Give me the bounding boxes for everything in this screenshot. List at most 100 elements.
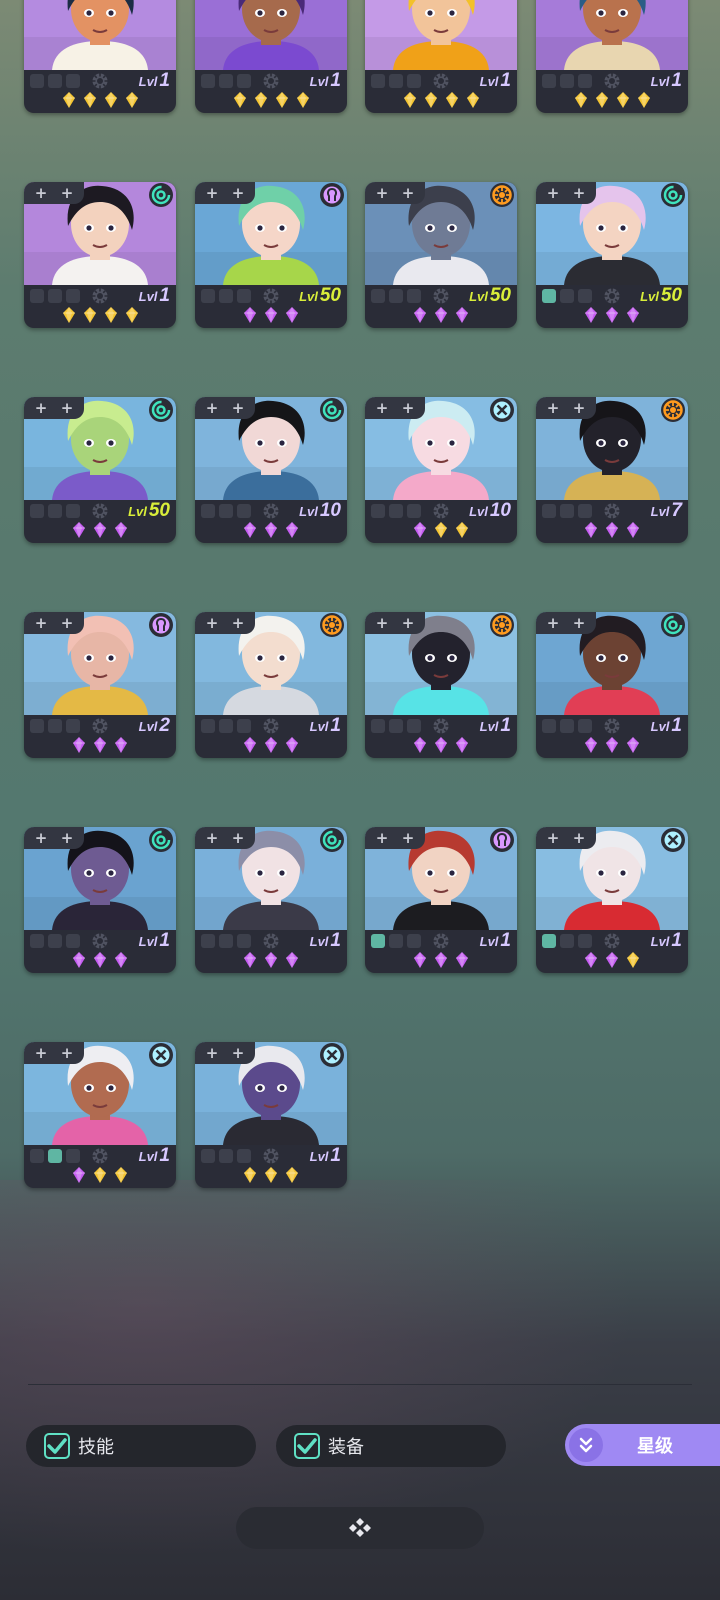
skill-slot [560, 74, 574, 88]
plus-icon[interactable]: + [544, 397, 562, 419]
hero-card[interactable]: ++Lvl1 [536, 0, 688, 113]
level-prefix: Lvl [138, 289, 158, 304]
expand-panel-handle[interactable] [236, 1507, 484, 1549]
skill-slot [48, 74, 62, 88]
hero-card[interactable]: ++Lvl1 [365, 827, 517, 973]
hero-card[interactable]: + + Lvl 2 [24, 612, 176, 758]
level-value: 50 [660, 285, 682, 306]
hero-card[interactable]: + + Lvl 50 [195, 182, 347, 328]
plus-icon[interactable]: + [58, 397, 76, 419]
plus-icon[interactable]: + [373, 397, 391, 419]
skill-slot [66, 934, 80, 948]
equip-slot-buttons[interactable]: + + [365, 612, 425, 634]
plus-icon[interactable]: + [203, 827, 221, 849]
hero-card[interactable]: ++Lvl1 [195, 1042, 347, 1188]
collapse-diamond-icon [349, 1518, 371, 1537]
plus-icon[interactable]: + [203, 612, 221, 634]
hero-card[interactable]: ++Lvl1 [195, 827, 347, 973]
equip-slot-buttons[interactable]: + + [195, 1042, 255, 1064]
purple-star-icon [434, 951, 448, 973]
purple-star-icon [413, 951, 427, 973]
plus-icon[interactable]: + [229, 182, 247, 204]
gear-icon [432, 502, 450, 520]
hero-card[interactable]: ++Lvl1 [195, 612, 347, 758]
plus-icon[interactable]: + [544, 612, 562, 634]
equip-slot-buttons[interactable]: + + [24, 182, 84, 204]
equip-slot-buttons[interactable]: + + [24, 827, 84, 849]
plus-icon[interactable]: + [58, 612, 76, 634]
plus-icon[interactable]: + [203, 397, 221, 419]
plus-icon[interactable]: + [373, 612, 391, 634]
hero-card[interactable]: ++Lvl1 [24, 1042, 176, 1188]
plus-icon[interactable]: + [229, 1042, 247, 1064]
equip-slot-buttons[interactable]: + + [195, 612, 255, 634]
hero-card[interactable]: ++Lvl1 [195, 0, 347, 113]
equipment-checkbox-icon[interactable] [294, 1433, 320, 1459]
equip-slot-buttons[interactable]: + + [24, 612, 84, 634]
equip-slot-buttons[interactable]: + + [365, 827, 425, 849]
plus-icon[interactable]: + [32, 182, 50, 204]
level-prefix: Lvl [469, 504, 488, 519]
plus-icon[interactable]: + [570, 612, 588, 634]
plus-icon[interactable]: + [32, 612, 50, 634]
hero-card[interactable]: ++Lvl1 [24, 0, 176, 113]
hero-card[interactable]: ++Lvl1 [24, 182, 176, 328]
plus-icon[interactable]: + [399, 827, 417, 849]
hero-card[interactable]: ++Lvl1 [536, 827, 688, 973]
equip-slot-buttons[interactable]: + + [536, 612, 596, 634]
hero-card[interactable]: + + Lvl 50 [365, 182, 517, 328]
hero-card[interactable]: + + Lvl 50 [536, 182, 688, 328]
hero-card[interactable]: + + Lvl 50 [24, 397, 176, 543]
plus-icon[interactable]: + [373, 827, 391, 849]
plus-icon[interactable]: + [570, 827, 588, 849]
plus-icon[interactable]: + [373, 182, 391, 204]
equip-slot-buttons[interactable]: + + [195, 397, 255, 419]
skills-filter-toggle[interactable]: 技能 [26, 1425, 256, 1467]
plus-icon[interactable]: + [229, 827, 247, 849]
plus-icon[interactable]: + [570, 182, 588, 204]
gold-star-icon [243, 1166, 257, 1188]
plus-icon[interactable]: + [58, 827, 76, 849]
hero-star-rating [365, 92, 517, 112]
plus-icon[interactable]: + [58, 182, 76, 204]
hero-card[interactable]: ++Lvl1 [365, 612, 517, 758]
plus-icon[interactable]: + [32, 397, 50, 419]
equip-slot-buttons[interactable]: + + [536, 827, 596, 849]
equipment-filter-toggle[interactable]: 装备 [276, 1425, 506, 1467]
equip-slot-buttons[interactable]: + + [365, 182, 425, 204]
plus-icon[interactable]: + [58, 1042, 76, 1064]
equip-slot-buttons[interactable]: + + [536, 397, 596, 419]
hero-card[interactable]: ++Lvl1 [365, 0, 517, 113]
star-sort-button[interactable]: 星级 [565, 1424, 720, 1466]
hero-status-bar: Lvl 1 [24, 285, 176, 307]
skill-slot [371, 504, 385, 518]
equip-slot-buttons[interactable]: + + [195, 182, 255, 204]
level-value: 50 [148, 500, 170, 521]
plus-icon[interactable]: + [203, 1042, 221, 1064]
plus-icon[interactable]: + [544, 827, 562, 849]
hero-card[interactable]: + + Lvl 10 [365, 397, 517, 543]
equip-slot-buttons[interactable]: + + [365, 397, 425, 419]
double-chevron-down-icon [569, 1428, 603, 1462]
hero-card[interactable]: + + Lvl 7 [536, 397, 688, 543]
plus-icon[interactable]: + [229, 397, 247, 419]
equip-slot-buttons[interactable]: + + [536, 182, 596, 204]
plus-icon[interactable]: + [399, 612, 417, 634]
plus-icon[interactable]: + [570, 397, 588, 419]
plus-icon[interactable]: + [203, 182, 221, 204]
plus-icon[interactable]: + [399, 397, 417, 419]
plus-icon[interactable]: + [32, 1042, 50, 1064]
plus-icon[interactable]: + [229, 612, 247, 634]
equip-slot-buttons[interactable]: + + [24, 1042, 84, 1064]
plus-icon[interactable]: + [544, 182, 562, 204]
plus-icon[interactable]: + [399, 182, 417, 204]
equip-slot-buttons[interactable]: + + [195, 827, 255, 849]
hero-card[interactable]: + + Lvl 10 [195, 397, 347, 543]
plus-icon[interactable]: + [32, 827, 50, 849]
hero-status-bar: Lvl 2 [24, 715, 176, 737]
hero-card[interactable]: ++Lvl1 [24, 827, 176, 973]
hero-card[interactable]: ++Lvl1 [536, 612, 688, 758]
skills-checkbox-icon[interactable] [44, 1433, 70, 1459]
equip-slot-buttons[interactable]: + + [24, 397, 84, 419]
hero-level: Lvl 10 [469, 500, 511, 522]
